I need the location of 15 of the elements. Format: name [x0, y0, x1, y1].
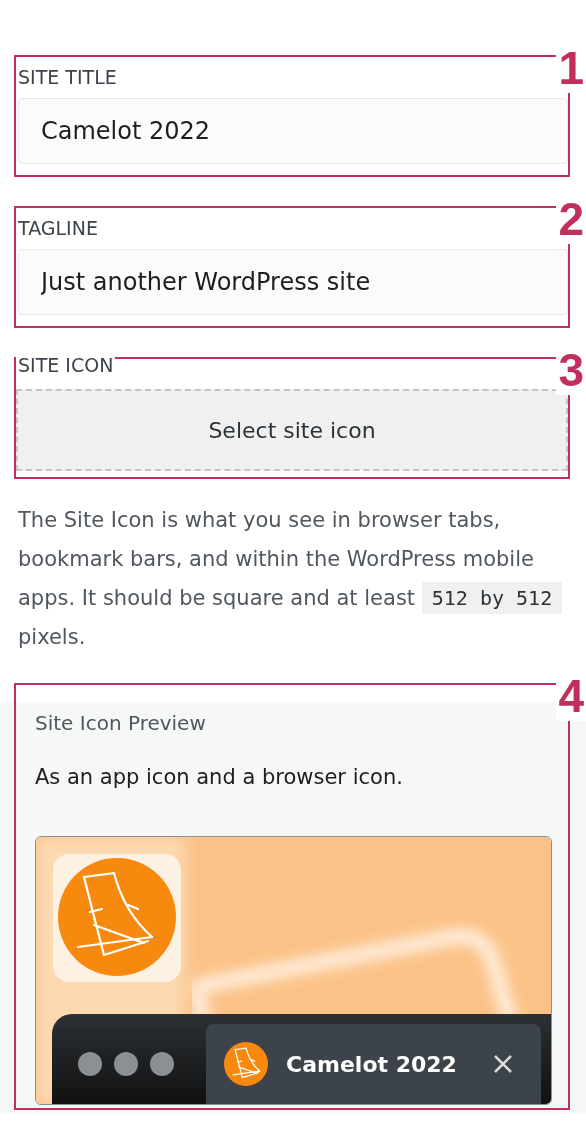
site-icon [224, 1042, 268, 1086]
help-text: The Site Icon is what you see in browser tabs, bookmark bars, and within the WordPress mobile apps. It should be square and at least 512 by 512 pixels. [18, 501, 572, 657]
browser-tab[interactable]: Camelot 2022 [206, 1024, 541, 1104]
window-dot [114, 1052, 138, 1076]
field-label: TAGLINE [17, 216, 99, 240]
window-dot [78, 1052, 102, 1076]
preview-title: Site Icon Preview [35, 710, 207, 737]
tab-title: Camelot 2022 [286, 1051, 457, 1077]
field-label: SITE TITLE [17, 65, 118, 89]
close-icon[interactable] [493, 1054, 513, 1074]
app-icon [52, 853, 182, 983]
window-dot [150, 1052, 174, 1076]
select-icon-button[interactable]: Select site icon [16, 389, 568, 471]
preview-description: As an app icon and a browser icon. [35, 764, 404, 791]
text-field[interactable]: Camelot 2022 [18, 98, 568, 164]
